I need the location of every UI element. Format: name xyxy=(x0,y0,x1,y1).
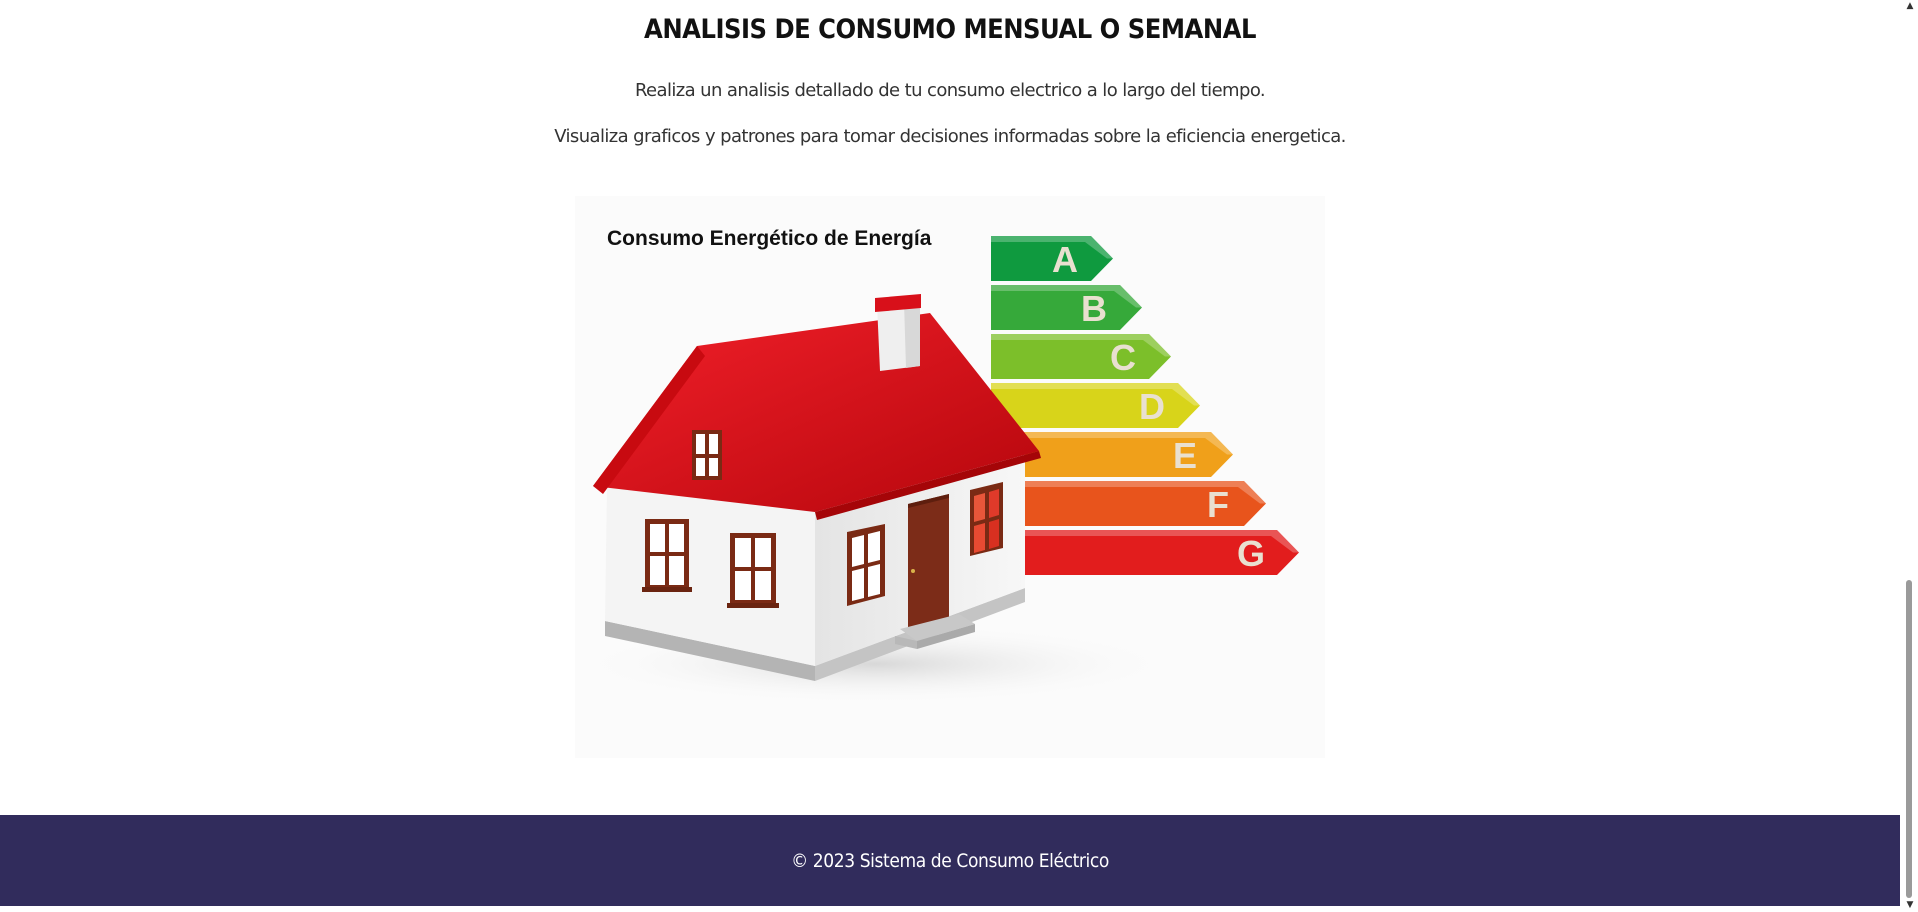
section-description-2: Visualiza graficos y patrones para tomar… xyxy=(554,126,1346,147)
scrollbar-thumb[interactable] xyxy=(1906,580,1912,898)
site-footer: © 2023 Sistema de Consumo Eléctrico xyxy=(0,815,1900,906)
energy-class-a-label: A xyxy=(1052,239,1078,280)
scroll-down-icon[interactable]: ▼ xyxy=(1904,899,1916,911)
energy-class-e-label: E xyxy=(1173,435,1197,476)
section-title: ANALISIS DE CONSUMO MENSUAL O SEMANAL xyxy=(644,14,1256,45)
energy-efficiency-image: Consumo Energético de Energía ABCDEFG xyxy=(575,196,1325,758)
energy-class-c-label: C xyxy=(1110,337,1136,378)
house-icon xyxy=(593,294,1041,681)
energy-class-d-arrow xyxy=(991,383,1200,428)
energy-class-f-label: F xyxy=(1207,484,1229,525)
illustration-caption: Consumo Energético de Energía xyxy=(607,227,932,250)
energy-class-b-label: B xyxy=(1081,288,1107,329)
footer-copyright: © 2023 Sistema de Consumo Eléctrico xyxy=(791,849,1109,872)
vertical-scrollbar[interactable]: ▲ ▼ xyxy=(1902,0,1918,912)
section-description-1: Realiza un analisis detallado de tu cons… xyxy=(634,80,1266,101)
energy-class-g-label: G xyxy=(1237,533,1265,574)
energy-class-d-label: D xyxy=(1139,386,1165,427)
scroll-up-icon[interactable]: ▲ xyxy=(1904,0,1916,12)
page: ANALISIS DE CONSUMO MENSUAL O SEMANAL Re… xyxy=(0,0,1900,912)
energy-rating-scale: ABCDEFG xyxy=(991,236,1299,575)
house-energy-illustration: Consumo Energético de Energía ABCDEFG xyxy=(575,227,1299,704)
